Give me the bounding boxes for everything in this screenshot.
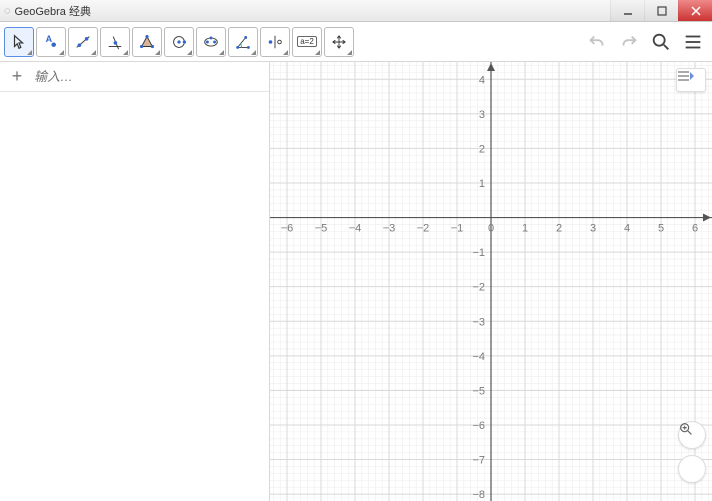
svg-text:−2: −2 (472, 282, 485, 294)
minimize-button[interactable] (610, 0, 644, 21)
svg-text:4: 4 (479, 74, 485, 86)
point-tool[interactable]: A (36, 27, 66, 57)
maximize-button[interactable] (644, 0, 678, 21)
expression-input[interactable] (34, 69, 269, 84)
svg-text:−5: −5 (472, 385, 485, 397)
svg-text:2: 2 (479, 143, 485, 155)
circle-tool[interactable] (164, 27, 194, 57)
svg-text:−4: −4 (349, 223, 362, 235)
pointer-tool[interactable] (4, 27, 34, 57)
svg-text:4: 4 (624, 223, 630, 235)
move-view-tool[interactable] (324, 27, 354, 57)
graphics-view[interactable]: −6−5−4−3−2−10123456−8−7−6−5−4−3−2−11234 (270, 62, 712, 501)
polygon-tool[interactable] (132, 27, 162, 57)
undo-button[interactable] (582, 27, 612, 57)
window-title: GeoGebra 经典 (15, 3, 610, 19)
svg-text:−1: −1 (472, 247, 485, 259)
app-icon: ◌ (4, 5, 11, 17)
algebra-pane: + (0, 62, 270, 501)
toolbar: Aa=2 (0, 22, 712, 62)
zoom-out-button[interactable] (678, 455, 706, 483)
svg-text:−5: −5 (315, 223, 328, 235)
svg-text:−8: −8 (472, 489, 485, 501)
graphics-style-button[interactable] (676, 68, 706, 92)
svg-text:−2: −2 (417, 223, 430, 235)
svg-text:6: 6 (692, 223, 698, 235)
svg-text:−1: −1 (451, 223, 464, 235)
angle-tool[interactable] (228, 27, 258, 57)
svg-text:−7: −7 (472, 455, 485, 467)
svg-text:1: 1 (479, 178, 485, 190)
svg-text:−3: −3 (383, 223, 396, 235)
svg-text:2: 2 (556, 223, 562, 235)
perpendicular-tool[interactable] (100, 27, 130, 57)
add-expression-button[interactable]: + (0, 66, 34, 87)
svg-text:3: 3 (590, 223, 596, 235)
svg-text:−6: −6 (281, 223, 294, 235)
titlebar: ◌ GeoGebra 经典 (0, 0, 712, 22)
svg-text:A: A (46, 34, 53, 44)
svg-text:−4: −4 (472, 351, 485, 363)
menu-button[interactable] (678, 27, 708, 57)
svg-text:5: 5 (658, 223, 664, 235)
svg-text:−3: −3 (472, 316, 485, 328)
search-button[interactable] (646, 27, 676, 57)
redo-button[interactable] (614, 27, 644, 57)
ellipse-tool[interactable] (196, 27, 226, 57)
close-button[interactable] (678, 0, 712, 21)
svg-text:0: 0 (488, 223, 494, 235)
svg-text:1: 1 (522, 223, 528, 235)
svg-text:3: 3 (479, 109, 485, 121)
svg-text:−6: −6 (472, 420, 485, 432)
reflect-tool[interactable] (260, 27, 290, 57)
slider-tool[interactable]: a=2 (292, 27, 322, 57)
line-tool[interactable] (68, 27, 98, 57)
